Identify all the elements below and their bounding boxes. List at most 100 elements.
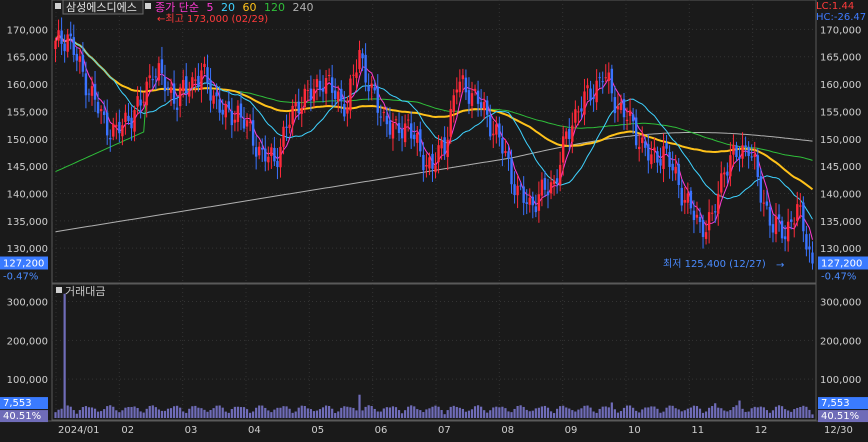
- candle-body: [139, 99, 142, 106]
- volume-bar: [276, 407, 279, 418]
- candle-body: [498, 123, 501, 138]
- candle-body: [160, 59, 164, 74]
- price-tick-right: 150,000: [820, 135, 861, 146]
- candle-body: [406, 119, 410, 121]
- candle-body: [495, 124, 498, 135]
- volume-bar: [112, 406, 115, 418]
- candle-body: [507, 151, 510, 159]
- candle-body: [680, 187, 683, 206]
- candle-body: [489, 116, 492, 137]
- candle-body: [337, 91, 340, 102]
- volume-bar: [66, 405, 69, 418]
- volume-bar: [540, 406, 544, 418]
- price-tick-left: 165,000: [7, 53, 48, 64]
- volume-bar: [516, 405, 519, 418]
- volume-bar: [723, 410, 726, 418]
- volume-bar: [160, 410, 164, 418]
- candle-body: [677, 163, 680, 186]
- candle-body: [124, 112, 127, 122]
- volume-bar: [197, 407, 200, 418]
- price-tick-left: 145,000: [7, 162, 48, 173]
- volume-bar: [501, 406, 504, 418]
- volume-bar: [638, 412, 641, 418]
- volume-bar: [562, 405, 565, 418]
- candle-body: [683, 200, 686, 203]
- legend-marker-icon: [145, 3, 151, 9]
- volume-bar: [708, 407, 711, 418]
- month-tick-label: 03: [185, 425, 198, 436]
- volume-bar: [574, 411, 577, 418]
- candle-body: [525, 202, 528, 204]
- volume-bar: [358, 394, 361, 418]
- volume-bar: [455, 406, 458, 418]
- candle-body: [549, 182, 553, 194]
- candle-body: [416, 132, 419, 143]
- candle-body: [641, 137, 644, 144]
- month-tick-label: 02: [121, 425, 134, 436]
- volume-title[interactable]: 거래대금: [65, 285, 105, 298]
- volume-bar: [315, 410, 319, 418]
- candle-body: [388, 120, 392, 135]
- volume-bar: [321, 407, 325, 418]
- volume-bar: [765, 410, 768, 418]
- candle-body: [321, 87, 325, 92]
- candle-body: [233, 119, 237, 123]
- volume-bar: [498, 407, 501, 418]
- volume-bar: [248, 412, 252, 418]
- candle-body: [200, 70, 203, 90]
- month-tick-label: 2024/01: [58, 425, 100, 436]
- volume-bar: [209, 410, 212, 418]
- candle-body: [282, 126, 285, 147]
- volume-marker-icon: [56, 287, 62, 293]
- volume-bar: [677, 409, 680, 418]
- volume-bar: [324, 405, 328, 418]
- candle-body: [297, 101, 300, 114]
- volume-bar: [480, 406, 483, 418]
- volume-bar: [84, 406, 88, 418]
- current-price-left: 127,200: [3, 258, 44, 269]
- volume-bar: [118, 412, 121, 418]
- candle-body: [221, 109, 224, 115]
- volume-bar: [756, 407, 759, 418]
- stock-chart[interactable]: 170,000 170,000 165,000 165,000 160,000 160,0…: [0, 0, 868, 438]
- volume-bar: [169, 408, 173, 418]
- volume-bar: [270, 412, 273, 418]
- volume-bar: [762, 407, 765, 418]
- candle-body: [109, 137, 112, 140]
- candle-body: [188, 91, 191, 97]
- volume-bar: [735, 405, 738, 418]
- candle-body: [215, 92, 218, 97]
- candle-body: [382, 112, 386, 114]
- candle-body: [285, 126, 288, 128]
- candle-body: [546, 191, 550, 196]
- candle-body: [428, 157, 431, 169]
- candle-body: [403, 123, 407, 143]
- volume-bar: [802, 405, 805, 418]
- volume-bar: [780, 406, 784, 418]
- current-volume-right: 7,553: [821, 398, 850, 409]
- candle-body: [689, 190, 693, 209]
- volume-bar: [632, 407, 635, 418]
- volume-bar: [154, 407, 157, 418]
- candle-body: [552, 180, 556, 185]
- volume-bar: [507, 411, 510, 418]
- candle-body: [543, 178, 547, 190]
- volume-bar: [239, 407, 243, 418]
- volume-bar: [264, 407, 267, 418]
- candle-body: [191, 77, 194, 88]
- volume-bar: [525, 409, 528, 418]
- volume-bar: [492, 407, 495, 418]
- candle-body: [744, 145, 747, 148]
- candle-body: [130, 117, 133, 129]
- candle-body: [148, 75, 151, 78]
- volume-bar: [683, 410, 686, 418]
- candle-body: [93, 84, 97, 100]
- candle-body: [324, 77, 328, 94]
- volume-bar: [343, 406, 346, 418]
- candle-body: [343, 104, 346, 117]
- volume-bar: [531, 410, 534, 418]
- volume-bar: [100, 411, 103, 418]
- volume-bar: [303, 406, 306, 418]
- volume-bar: [267, 410, 270, 418]
- volume-bar: [215, 405, 218, 418]
